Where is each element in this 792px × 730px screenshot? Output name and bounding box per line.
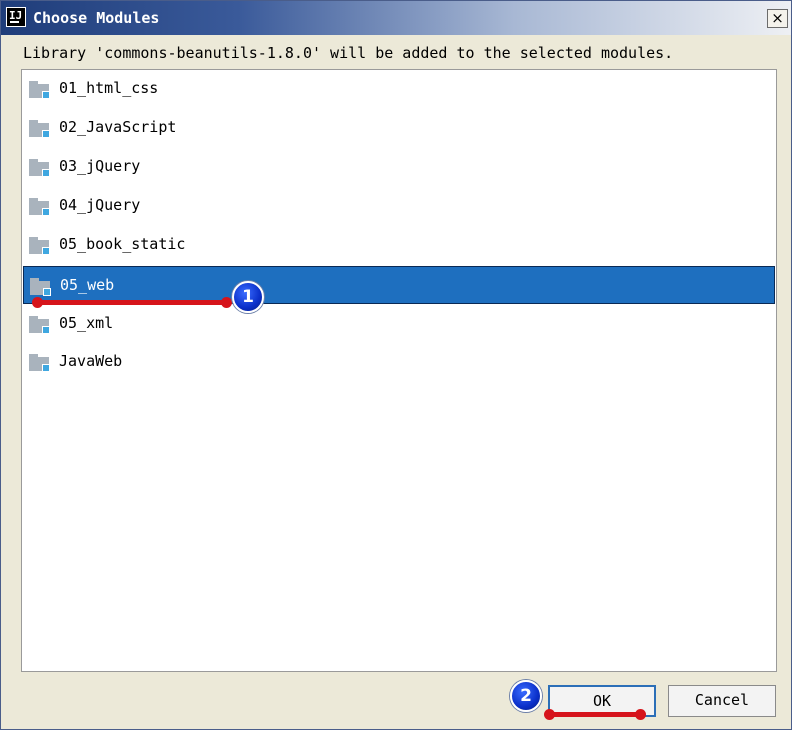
- annotation-1-underline: [35, 300, 227, 305]
- dialog-title: Choose Modules: [33, 9, 160, 27]
- annotation-marker-1: 1: [232, 281, 264, 313]
- module-folder-icon: [29, 354, 51, 372]
- module-label: 05_web: [60, 276, 115, 294]
- module-folder-icon: [29, 81, 51, 99]
- module-label: 05_book_static: [59, 235, 186, 253]
- annotation-2-dot-left: [544, 709, 555, 720]
- module-folder-icon: [29, 198, 51, 216]
- module-folder-icon: [29, 237, 51, 255]
- module-item-05-xml[interactable]: 05_xml: [23, 305, 775, 343]
- annotation-marker-2: 2: [510, 680, 542, 712]
- title-bar[interactable]: IJ Choose Modules ×: [1, 1, 791, 35]
- module-label: 04_jQuery: [59, 196, 141, 214]
- module-folder-icon: [30, 278, 52, 296]
- close-button[interactable]: ×: [767, 9, 788, 28]
- module-label: 02_JavaScript: [59, 118, 177, 136]
- annotation-1-dot-left: [32, 297, 43, 308]
- annotation-2-dot-right: [635, 709, 646, 720]
- module-label: 01_html_css: [59, 79, 159, 97]
- close-icon: ×: [771, 9, 784, 27]
- module-item-01-html-css[interactable]: 01_html_css: [23, 70, 775, 108]
- info-message: Library 'commons-beanutils-1.8.0' will b…: [23, 44, 674, 62]
- module-item-05-web[interactable]: 05_web: [23, 266, 775, 304]
- module-item-05-book-static[interactable]: 05_book_static: [23, 226, 775, 264]
- annotation-2-underline: [547, 712, 642, 717]
- modules-list[interactable]: 01_html_css 02_JavaScript 03_jQuery 04_j…: [21, 69, 777, 672]
- module-folder-icon: [29, 316, 51, 334]
- module-folder-icon: [29, 120, 51, 138]
- cancel-button[interactable]: Cancel: [668, 685, 776, 717]
- module-item-javaweb[interactable]: JavaWeb: [23, 343, 775, 381]
- module-folder-icon: [29, 159, 51, 177]
- choose-modules-dialog: IJ Choose Modules × Library 'commons-bea…: [0, 0, 792, 730]
- module-label: JavaWeb: [59, 352, 123, 370]
- intellij-app-icon: IJ: [6, 7, 26, 27]
- module-item-03-jquery[interactable]: 03_jQuery: [23, 148, 775, 186]
- module-label: 05_xml: [59, 314, 114, 332]
- module-label: 03_jQuery: [59, 157, 141, 175]
- annotation-1-dot-right: [221, 297, 232, 308]
- module-item-02-javascript[interactable]: 02_JavaScript: [23, 109, 775, 147]
- module-item-04-jquery[interactable]: 04_jQuery: [23, 187, 775, 225]
